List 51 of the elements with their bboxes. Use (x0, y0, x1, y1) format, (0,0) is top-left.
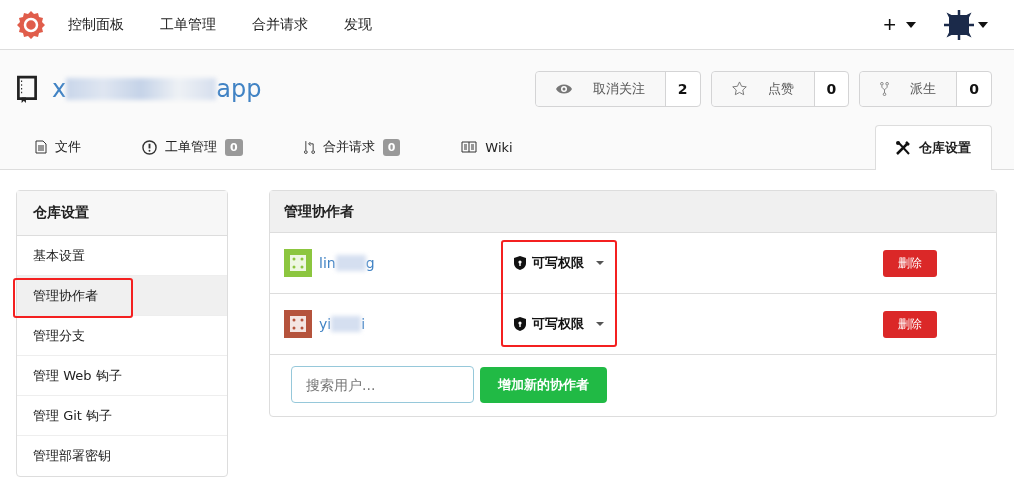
create-menu[interactable]: + (883, 11, 916, 38)
fork-button[interactable]: 派生 (860, 71, 958, 106)
delete-button[interactable]: 删除 (883, 249, 937, 277)
sidebar-item[interactable]: 管理协作者 (17, 276, 227, 316)
count-badge: 0 (225, 138, 243, 156)
nav-link[interactable]: 控制面板 (68, 15, 124, 34)
username-end[interactable]: g (365, 255, 375, 271)
sidebar-title: 仓库设置 (17, 191, 227, 236)
redaction-blur (331, 316, 362, 332)
tab[interactable]: Wiki (442, 125, 533, 169)
username-end[interactable]: i (361, 316, 366, 332)
nav-link[interactable]: 发现 (344, 15, 372, 34)
count-label: 0 (825, 79, 838, 99)
username-start[interactable]: lin (319, 255, 336, 271)
star-icon (731, 81, 747, 97)
nav-link[interactable]: 合并请求 (252, 15, 308, 34)
user-menu[interactable] (944, 9, 988, 40)
file-icon (35, 140, 47, 154)
count-label: 0 (968, 79, 980, 99)
permission-dropdown[interactable]: 可写权限 (514, 315, 883, 333)
star-button[interactable]: 点赞 (711, 71, 815, 106)
sidebar-item[interactable]: 管理 Git 钩子 (17, 396, 227, 436)
repo-icon (16, 74, 38, 103)
count-badge: 0 (382, 138, 401, 156)
sidebar-item[interactable]: 管理 Web 钩子 (17, 356, 227, 396)
panel-title: 管理协作者 (270, 191, 996, 233)
username-start[interactable]: yi (319, 316, 332, 332)
logo-icon[interactable] (16, 9, 46, 40)
repo-name-start[interactable]: x (52, 74, 67, 103)
book-icon (461, 141, 478, 153)
nav-link[interactable]: 工单管理 (160, 15, 216, 34)
eye-icon (555, 82, 572, 95)
delete-button[interactable]: 删除 (883, 310, 937, 338)
search-field[interactable]: 搜索用户... (291, 366, 474, 403)
watch-button[interactable]: 取消关注 (535, 71, 666, 106)
sidebar-item[interactable]: 管理分支 (17, 316, 227, 356)
tools-icon (895, 140, 911, 156)
shield-icon (514, 256, 526, 270)
sidebar-item[interactable]: 管理部署密钥 (17, 436, 227, 476)
permission-dropdown[interactable]: 可写权限 (514, 254, 883, 272)
issue-icon (142, 139, 157, 155)
fork-icon (880, 81, 890, 96)
tab[interactable]: 仓库设置 (875, 125, 992, 170)
tab[interactable]: 文件 (16, 125, 101, 169)
tab[interactable]: 工单管理 0 (123, 125, 263, 169)
repo-name-end[interactable]: app (216, 74, 262, 103)
shield-icon (514, 317, 526, 331)
redaction-blur (335, 255, 366, 271)
merge-icon (303, 139, 315, 155)
count-label: 2 (676, 79, 689, 99)
tab[interactable]: 合并请求 0 (284, 125, 421, 169)
